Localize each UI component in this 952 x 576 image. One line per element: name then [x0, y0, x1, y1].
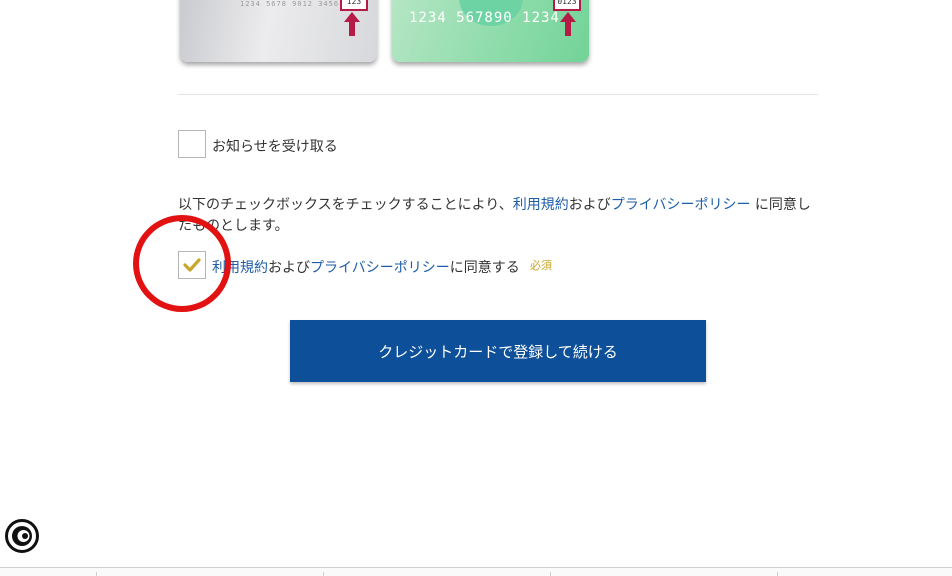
chat-glyph [12, 526, 32, 546]
register-credit-card-button[interactable]: クレジットカードで登録して続ける [290, 320, 706, 382]
notice-privacy-link[interactable]: プライバシーポリシー [611, 197, 751, 213]
bar-tick [96, 572, 97, 576]
agree-suffix: に同意する [449, 260, 520, 276]
cvv-highlight-gray: 123 [340, 0, 368, 11]
up-arrow-icon [560, 12, 576, 36]
page: 1234 5678 9012 3456 123 1234 567890 1234… [0, 0, 952, 576]
highlight-circle [133, 215, 231, 312]
card-example-gray: 1234 5678 9012 3456 123 [180, 0, 377, 62]
agree-and: および [268, 260, 310, 276]
newsletter-label[interactable]: お知らせを受け取る [212, 136, 338, 156]
card-number-green: 1234 567890 1234 [409, 10, 560, 26]
notice-terms-link[interactable]: 利用規約 [513, 197, 569, 213]
required-badge: 必須 [530, 259, 552, 272]
notice-prefix: 以下のチェックボックスをチェックすることにより、 [178, 197, 513, 213]
up-arrow-icon [344, 12, 360, 36]
card-number-gray: 1234 5678 9012 3456 [240, 0, 340, 8]
cvv-highlight-green: 0123 [553, 0, 581, 11]
terms-notice: 以下のチェックボックスをチェックすることにより、利用規約およびプライバシーポリシ… [178, 195, 818, 237]
agree-privacy-link[interactable]: プライバシーポリシー [310, 260, 450, 276]
bar-tick [323, 572, 324, 576]
newsletter-checkbox[interactable] [178, 130, 206, 158]
bottom-bar [0, 567, 952, 576]
card-example-green: 1234 567890 1234 0123 [392, 0, 589, 62]
bar-tick [550, 572, 551, 576]
notice-and: および [568, 197, 611, 213]
agree-terms-label[interactable]: 利用規約およびプライバシーポリシーに同意する [212, 257, 520, 277]
chat-support-icon[interactable] [5, 519, 39, 553]
section-divider [178, 94, 818, 95]
bar-tick [777, 572, 778, 576]
